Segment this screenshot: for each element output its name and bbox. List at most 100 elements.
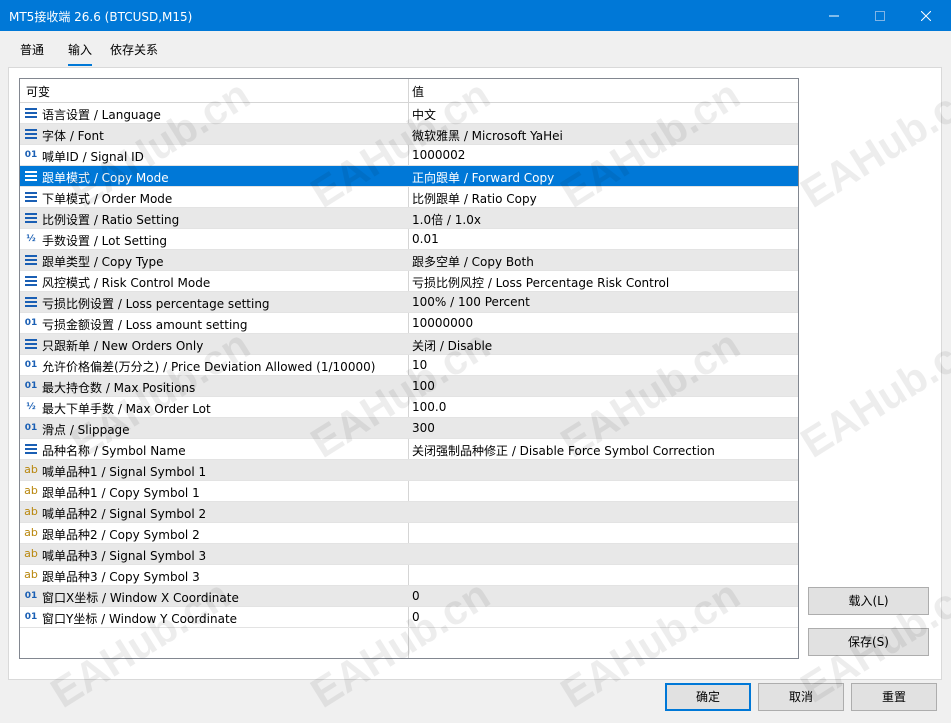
parameter-value[interactable]: 比例跟单 / Ratio Copy — [412, 190, 537, 207]
parameter-name: 最大持仓数 / Max Positions — [42, 381, 196, 395]
str-type-icon: ab — [24, 547, 38, 560]
column-header-value[interactable]: 值 — [412, 83, 424, 100]
cancel-button[interactable]: 取消 — [758, 683, 844, 711]
reset-button[interactable]: 重置 — [851, 683, 937, 711]
str-type-icon: ab — [24, 505, 38, 518]
parameter-name: 滑点 / Slippage — [42, 423, 130, 437]
table-row[interactable]: 跟单类型 / Copy Type 跟多空单 / Copy Both — [20, 250, 798, 271]
table-row[interactable]: 比例设置 / Ratio Setting 1.0倍 / 1.0x — [20, 208, 798, 229]
parameter-name: 手数设置 / Lot Setting — [42, 234, 167, 248]
parameter-name: 比例设置 / Ratio Setting — [42, 213, 180, 227]
table-row[interactable]: ab 跟单品种3 / Copy Symbol 3 — [20, 565, 798, 586]
grid-rows: 语言设置 / Language 中文字体 / Font 微软雅黑 / Microso… — [20, 103, 798, 628]
parameter-value[interactable]: 0 — [412, 610, 420, 624]
parameter-name: 亏损金额设置 / Loss amount setting — [42, 318, 248, 332]
int-type-icon: 01 — [24, 423, 38, 433]
parameter-name: 窗口Y坐标 / Window Y Coordinate — [42, 612, 238, 626]
inputs-grid[interactable]: 可变 值 语言设置 / Language 中文字体 / Font 微软雅黑 / Mi… — [19, 78, 799, 659]
enum-icon — [24, 442, 38, 456]
parameter-value[interactable]: 100 — [412, 379, 435, 393]
enum-icon — [24, 274, 38, 288]
parameter-name: 只跟新单 / New Orders Only — [42, 339, 204, 353]
table-row[interactable]: ab 跟单品种2 / Copy Symbol 2 — [20, 523, 798, 544]
table-row[interactable]: 只跟新单 / New Orders Only 关闭 / Disable — [20, 334, 798, 355]
table-row[interactable]: 品种名称 / Symbol Name 关闭强制品种修正 / Disable For… — [20, 439, 798, 460]
parameter-name: 最大下单手数 / Max Order Lot — [42, 402, 211, 416]
table-row[interactable]: 下单模式 / Order Mode 比例跟单 / Ratio Copy — [20, 187, 798, 208]
parameter-value[interactable]: 跟多空单 / Copy Both — [412, 253, 534, 270]
str-type-icon: ab — [24, 568, 38, 581]
tab-general[interactable]: 普通 — [20, 40, 44, 64]
parameter-value[interactable]: 300 — [412, 421, 435, 435]
table-row[interactable]: 01 滑点 / Slippage 300 — [20, 418, 798, 439]
minimize-button[interactable] — [811, 0, 857, 31]
parameter-name: 喊单品种1 / Signal Symbol 1 — [42, 465, 207, 479]
table-row[interactable]: 01 允许价格偏差(万分之) / Price Deviation Allowed … — [20, 355, 798, 376]
maximize-button — [857, 0, 903, 31]
table-row[interactable]: 01 亏损金额设置 / Loss amount setting 10000000 — [20, 313, 798, 334]
parameter-value[interactable]: 1000002 — [412, 148, 465, 162]
parameter-value[interactable]: 正向跟单 / Forward Copy — [412, 169, 554, 186]
tab-dependencies[interactable]: 依存关系 — [110, 40, 158, 64]
enum-icon — [24, 169, 38, 183]
table-row[interactable]: 风控模式 / Risk Control Mode 亏损比例风控 / Loss Pe… — [20, 271, 798, 292]
parameter-value[interactable]: 关闭强制品种修正 / Disable Force Symbol Correcti… — [412, 442, 715, 459]
ok-button[interactable]: 确定 — [665, 683, 751, 711]
parameter-name: 下单模式 / Order Mode — [42, 192, 173, 206]
table-row[interactable]: 01 窗口Y坐标 / Window Y Coordinate 0 — [20, 607, 798, 628]
load-button[interactable]: 载入(L) — [808, 587, 929, 615]
window-title: MT5接收端 26.6 (BTCUSD,M15) — [9, 10, 193, 24]
parameter-name: 喊单品种2 / Signal Symbol 2 — [42, 507, 207, 521]
save-button[interactable]: 保存(S) — [808, 628, 929, 656]
parameter-value[interactable]: 亏损比例风控 / Loss Percentage Risk Control — [412, 274, 669, 291]
parameter-value[interactable]: 关闭 / Disable — [412, 337, 492, 354]
grid-header: 可变 值 — [20, 79, 798, 103]
table-row[interactable]: 01 最大持仓数 / Max Positions 100 — [20, 376, 798, 397]
parameter-value[interactable]: 100.0 — [412, 400, 446, 414]
parameter-value[interactable]: 0.01 — [412, 232, 439, 246]
enum-icon — [24, 211, 38, 225]
table-row[interactable]: ½ 手数设置 / Lot Setting 0.01 — [20, 229, 798, 250]
parameter-name: 语言设置 / Language — [42, 108, 161, 122]
table-row[interactable]: 语言设置 / Language 中文 — [20, 103, 798, 124]
parameter-value[interactable]: 10000000 — [412, 316, 473, 330]
parameter-name: 字体 / Font — [42, 129, 104, 143]
int-type-icon: 01 — [24, 591, 38, 601]
int-type-icon: 01 — [24, 612, 38, 622]
str-type-icon: ab — [24, 526, 38, 539]
minimize-icon — [829, 15, 839, 16]
table-row[interactable]: 亏损比例设置 / Loss percentage setting 100% / 1… — [20, 292, 798, 313]
parameter-name: 跟单品种1 / Copy Symbol 1 — [42, 486, 200, 500]
parameter-value[interactable]: 中文 — [412, 106, 436, 123]
parameter-value[interactable]: 微软雅黑 / Microsoft YaHei — [412, 127, 563, 144]
enum-icon — [24, 190, 38, 204]
str-type-icon: ab — [24, 463, 38, 476]
table-row[interactable]: ab 喊单品种1 / Signal Symbol 1 — [20, 460, 798, 481]
table-row[interactable]: 字体 / Font 微软雅黑 / Microsoft YaHei — [20, 124, 798, 145]
maximize-icon — [875, 10, 885, 21]
parameter-name: 跟单品种3 / Copy Symbol 3 — [42, 570, 200, 584]
table-row[interactable]: 跟单模式 / Copy Mode 正向跟单 / Forward Copy — [20, 166, 798, 187]
close-button[interactable] — [903, 0, 949, 31]
parameter-name: 亏损比例设置 / Loss percentage setting — [42, 297, 270, 311]
column-header-variable[interactable]: 可变 — [26, 83, 50, 100]
parameter-name: 喊单ID / Signal ID — [42, 150, 144, 164]
table-row[interactable]: ab 跟单品种1 / Copy Symbol 1 — [20, 481, 798, 502]
title-bar[interactable]: MT5接收端 26.6 (BTCUSD,M15) — [0, 0, 951, 31]
parameter-value[interactable]: 100% / 100 Percent — [412, 295, 530, 309]
table-row[interactable]: 01 窗口X坐标 / Window X Coordinate 0 — [20, 586, 798, 607]
int-type-icon: 01 — [24, 360, 38, 370]
parameter-value[interactable]: 1.0倍 / 1.0x — [412, 211, 481, 228]
parameter-name: 跟单品种2 / Copy Symbol 2 — [42, 528, 200, 542]
parameter-name: 窗口X坐标 / Window X Coordinate — [42, 591, 239, 605]
table-row[interactable]: ab 喊单品种3 / Signal Symbol 3 — [20, 544, 798, 565]
close-icon — [920, 10, 932, 21]
table-row[interactable]: ½ 最大下单手数 / Max Order Lot 100.0 — [20, 397, 798, 418]
enum-icon — [24, 295, 38, 309]
table-row[interactable]: 01 喊单ID / Signal ID 1000002 — [20, 145, 798, 166]
parameter-value[interactable]: 0 — [412, 589, 420, 603]
table-row[interactable]: ab 喊单品种2 / Signal Symbol 2 — [20, 502, 798, 523]
tab-inputs[interactable]: 输入 — [68, 40, 93, 66]
parameter-name: 风控模式 / Risk Control Mode — [42, 276, 211, 290]
parameter-value[interactable]: 10 — [412, 358, 427, 372]
